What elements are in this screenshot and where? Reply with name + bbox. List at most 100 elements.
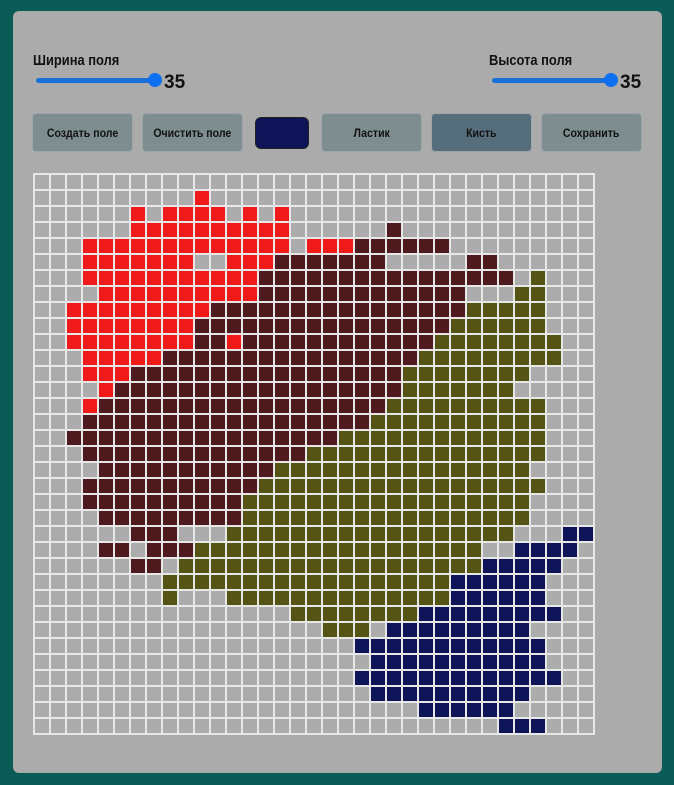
grid-cell[interactable]: [307, 447, 321, 461]
grid-cell[interactable]: [291, 495, 305, 509]
grid-cell[interactable]: [243, 191, 257, 205]
grid-cell[interactable]: [83, 351, 97, 365]
grid-cell[interactable]: [227, 223, 241, 237]
grid-cell[interactable]: [35, 463, 49, 477]
grid-cell[interactable]: [563, 655, 577, 669]
grid-cell[interactable]: [323, 703, 337, 717]
grid-cell[interactable]: [307, 559, 321, 573]
grid-cell[interactable]: [83, 255, 97, 269]
grid-cell[interactable]: [259, 671, 273, 685]
grid-cell[interactable]: [67, 623, 81, 637]
grid-cell[interactable]: [243, 495, 257, 509]
grid-cell[interactable]: [435, 383, 449, 397]
grid-cell[interactable]: [131, 207, 145, 221]
grid-cell[interactable]: [371, 495, 385, 509]
grid-cell[interactable]: [355, 271, 369, 285]
grid-cell[interactable]: [563, 495, 577, 509]
grid-cell[interactable]: [51, 623, 65, 637]
grid-cell[interactable]: [163, 223, 177, 237]
grid-cell[interactable]: [211, 431, 225, 445]
grid-cell[interactable]: [211, 607, 225, 621]
grid-cell[interactable]: [291, 319, 305, 333]
grid-cell[interactable]: [211, 671, 225, 685]
grid-cell[interactable]: [179, 431, 193, 445]
grid-cell[interactable]: [435, 351, 449, 365]
grid-cell[interactable]: [323, 383, 337, 397]
grid-cell[interactable]: [451, 527, 465, 541]
grid-cell[interactable]: [547, 703, 561, 717]
grid-cell[interactable]: [515, 287, 529, 301]
grid-cell[interactable]: [323, 239, 337, 253]
grid-cell[interactable]: [451, 303, 465, 317]
grid-cell[interactable]: [179, 703, 193, 717]
grid-cell[interactable]: [35, 687, 49, 701]
grid-cell[interactable]: [99, 367, 113, 381]
grid-cell[interactable]: [99, 271, 113, 285]
grid-cell[interactable]: [563, 463, 577, 477]
grid-cell[interactable]: [419, 719, 433, 733]
grid-cell[interactable]: [307, 351, 321, 365]
grid-cell[interactable]: [275, 399, 289, 413]
grid-cell[interactable]: [563, 255, 577, 269]
grid-cell[interactable]: [563, 527, 577, 541]
grid-cell[interactable]: [67, 431, 81, 445]
grid-cell[interactable]: [339, 479, 353, 493]
grid-cell[interactable]: [467, 703, 481, 717]
grid-cell[interactable]: [435, 703, 449, 717]
grid-cell[interactable]: [179, 543, 193, 557]
grid-cell[interactable]: [147, 319, 161, 333]
grid-cell[interactable]: [355, 575, 369, 589]
grid-cell[interactable]: [291, 639, 305, 653]
grid-cell[interactable]: [179, 191, 193, 205]
grid-cell[interactable]: [323, 511, 337, 525]
grid-cell[interactable]: [243, 319, 257, 333]
grid-cell[interactable]: [195, 287, 209, 301]
grid-cell[interactable]: [115, 495, 129, 509]
grid-cell[interactable]: [147, 543, 161, 557]
grid-cell[interactable]: [99, 415, 113, 429]
grid-cell[interactable]: [547, 687, 561, 701]
grid-cell[interactable]: [467, 287, 481, 301]
grid-cell[interactable]: [163, 719, 177, 733]
grid-cell[interactable]: [467, 239, 481, 253]
grid-cell[interactable]: [211, 687, 225, 701]
grid-cell[interactable]: [275, 367, 289, 381]
grid-cell[interactable]: [99, 223, 113, 237]
grid-cell[interactable]: [387, 511, 401, 525]
grid-cell[interactable]: [195, 399, 209, 413]
grid-cell[interactable]: [131, 623, 145, 637]
grid-cell[interactable]: [275, 479, 289, 493]
grid-cell[interactable]: [259, 463, 273, 477]
grid-cell[interactable]: [211, 223, 225, 237]
grid-cell[interactable]: [51, 447, 65, 461]
grid-cell[interactable]: [547, 575, 561, 589]
grid-cell[interactable]: [355, 287, 369, 301]
grid-cell[interactable]: [291, 591, 305, 605]
grid-cell[interactable]: [35, 431, 49, 445]
grid-cell[interactable]: [115, 191, 129, 205]
grid-cell[interactable]: [323, 351, 337, 365]
grid-cell[interactable]: [291, 623, 305, 637]
grid-cell[interactable]: [435, 415, 449, 429]
grid-cell[interactable]: [115, 463, 129, 477]
grid-cell[interactable]: [147, 303, 161, 317]
grid-cell[interactable]: [275, 511, 289, 525]
grid-cell[interactable]: [531, 639, 545, 653]
grid-cell[interactable]: [499, 303, 513, 317]
grid-cell[interactable]: [467, 463, 481, 477]
grid-cell[interactable]: [339, 207, 353, 221]
grid-cell[interactable]: [435, 655, 449, 669]
grid-cell[interactable]: [563, 319, 577, 333]
grid-cell[interactable]: [259, 607, 273, 621]
grid-cell[interactable]: [419, 239, 433, 253]
grid-cell[interactable]: [339, 575, 353, 589]
grid-cell[interactable]: [35, 351, 49, 365]
grid-cell[interactable]: [531, 495, 545, 509]
grid-cell[interactable]: [387, 223, 401, 237]
grid-cell[interactable]: [163, 303, 177, 317]
grid-cell[interactable]: [83, 271, 97, 285]
grid-cell[interactable]: [483, 527, 497, 541]
grid-cell[interactable]: [419, 703, 433, 717]
grid-cell[interactable]: [499, 351, 513, 365]
grid-cell[interactable]: [499, 495, 513, 509]
